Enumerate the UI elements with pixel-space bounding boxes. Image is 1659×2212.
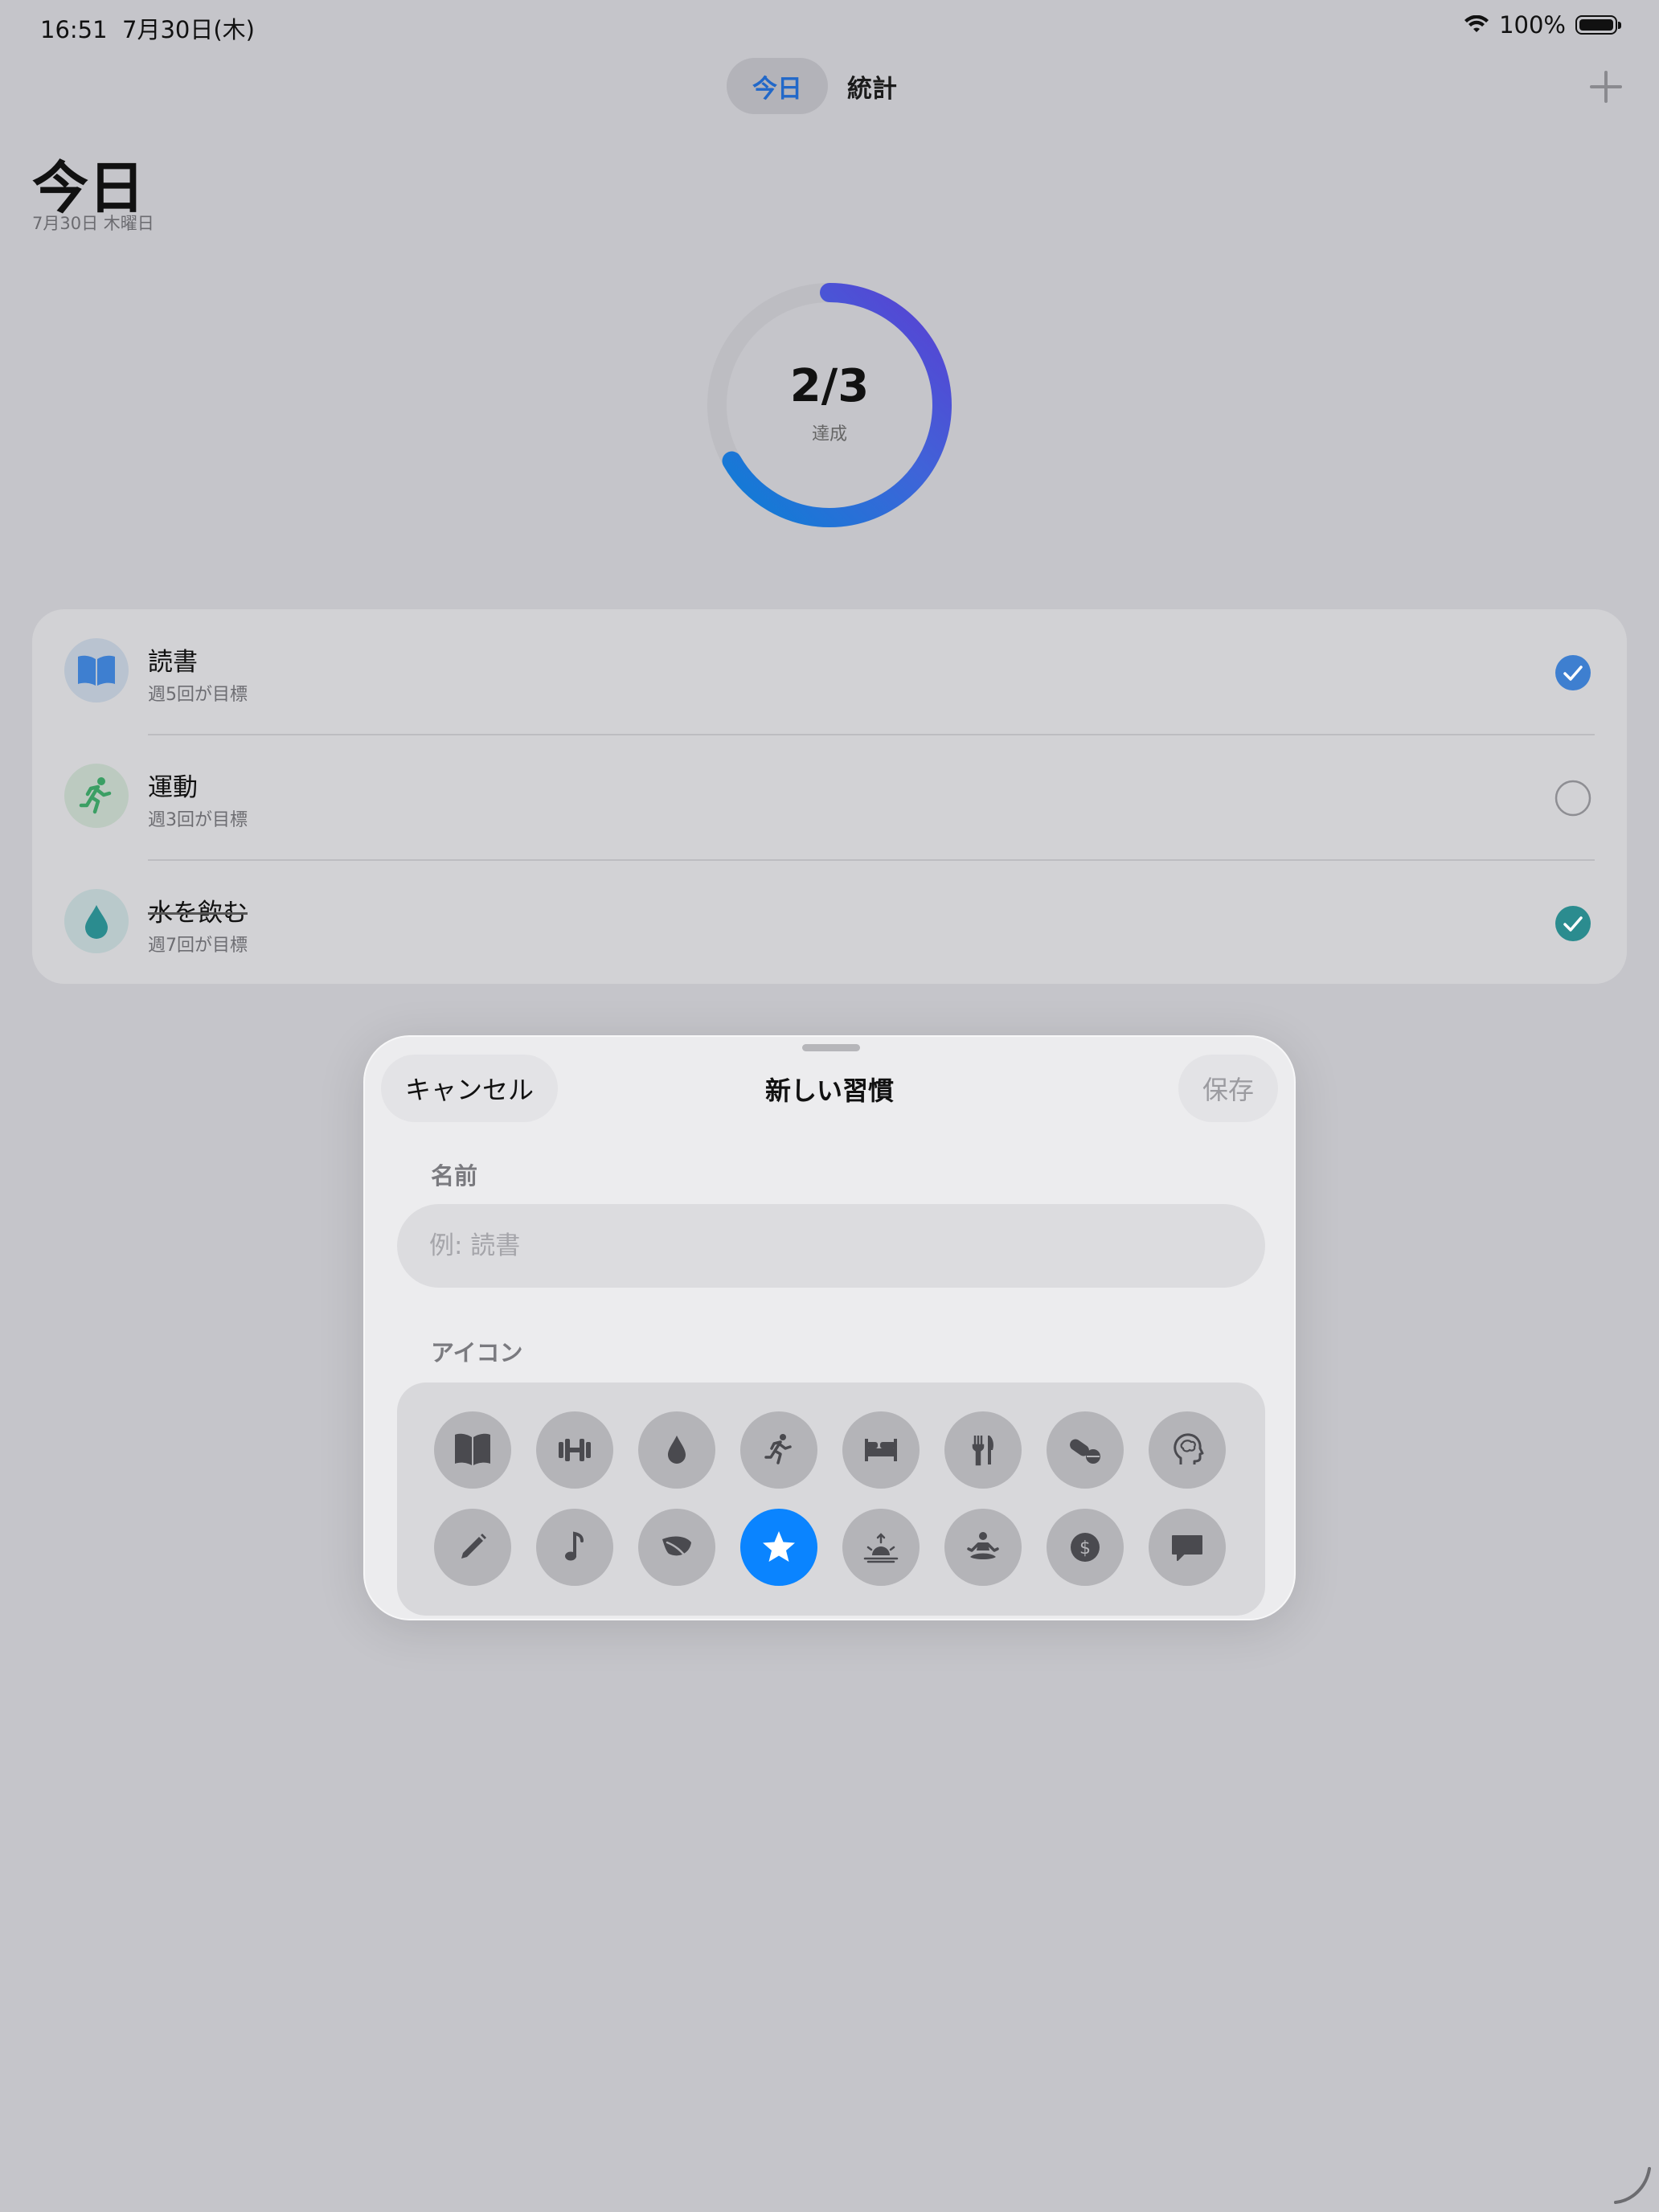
pills-icon[interactable] [1047, 1411, 1124, 1489]
habit-row-water[interactable]: 水を飲む 週7回が目標 [32, 860, 1627, 985]
checkmark-filled-icon[interactable] [1555, 654, 1591, 691]
sunrise-icon[interactable] [842, 1509, 920, 1586]
page-date: 7月30日 木曜日 [32, 214, 154, 233]
status-indicators: 100% [1464, 11, 1621, 39]
running-icon[interactable] [740, 1411, 817, 1489]
habit-icon-bg [64, 638, 129, 703]
resize-handle-icon[interactable] [1612, 2165, 1653, 2206]
habit-row-exercise[interactable]: 運動 週3回が目標 [32, 735, 1627, 860]
speech-bubble-icon[interactable] [1149, 1509, 1226, 1586]
habit-goal: 週3回が目標 [148, 810, 248, 830]
plus-icon[interactable] [1583, 64, 1628, 109]
habit-goal: 週7回が目標 [148, 936, 248, 956]
battery-percent: 100% [1499, 11, 1566, 39]
habit-icon-bg [64, 889, 129, 953]
habit-title: 水を飲む [148, 899, 248, 928]
name-label: 名前 [431, 1162, 478, 1190]
brain-head-icon[interactable] [1149, 1411, 1226, 1489]
battery-icon [1575, 15, 1621, 35]
icon-picker: $ [397, 1382, 1265, 1616]
habit-icon-bg [64, 764, 129, 828]
drop-icon[interactable] [638, 1411, 715, 1489]
habit-list: 読書 週5回が目標 運動 週3回が目標 水を飲む 週7回が目標 [32, 609, 1627, 984]
new-habit-sheet: キャンセル 新しい習慣 保存 名前 アイコン [363, 1035, 1296, 1620]
habit-title: 読書 [148, 648, 198, 677]
icon-label: アイコン [431, 1339, 523, 1366]
tab-today[interactable]: 今日 [727, 58, 828, 114]
running-icon [79, 777, 112, 814]
fork-knife-icon[interactable] [944, 1411, 1022, 1489]
leaf-icon[interactable] [638, 1509, 715, 1586]
book-icon[interactable] [434, 1411, 511, 1489]
bed-icon[interactable] [842, 1411, 920, 1489]
dollar-icon[interactable]: $ [1047, 1509, 1124, 1586]
music-note-icon[interactable] [536, 1509, 613, 1586]
save-button[interactable]: 保存 [1178, 1055, 1278, 1122]
status-time: 16:51 7月30日(木) [40, 16, 255, 43]
progress-count: 2/3 [789, 360, 870, 412]
checkmark-filled-icon[interactable] [1555, 905, 1591, 942]
dumbbell-icon[interactable] [536, 1411, 613, 1489]
habit-row-reading[interactable]: 読書 週5回が目標 [32, 609, 1627, 735]
wifi-icon [1464, 15, 1489, 32]
sheet-title: 新しい習慣 [764, 1075, 894, 1106]
name-input[interactable] [397, 1204, 1265, 1288]
progress-label: 達成 [811, 424, 847, 444]
checkmark-empty-icon[interactable] [1555, 780, 1591, 817]
drop-icon [85, 905, 108, 939]
pencil-icon[interactable] [434, 1509, 511, 1586]
tab-stats[interactable]: 統計 [841, 58, 903, 114]
star-icon[interactable] [740, 1509, 817, 1586]
svg-text:$: $ [1079, 1538, 1091, 1559]
segmented-control: 今日 統計 [727, 58, 903, 114]
sheet-grabber[interactable] [802, 1044, 860, 1051]
habit-title: 運動 [148, 773, 198, 802]
meditation-icon[interactable] [944, 1509, 1022, 1586]
book-icon [78, 655, 115, 686]
habit-goal: 週5回が目標 [148, 685, 248, 705]
